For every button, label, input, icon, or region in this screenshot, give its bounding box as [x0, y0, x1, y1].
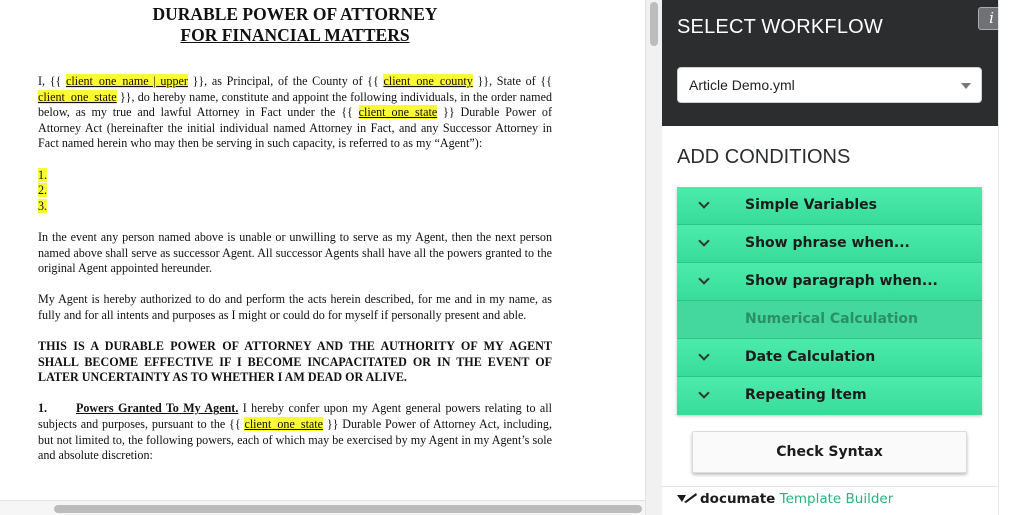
paragraph-durable: THIS IS A DURABLE POWER OF ATTORNEY AND …	[38, 339, 552, 385]
horizontal-scrollbar[interactable]	[0, 500, 645, 515]
panel-scrollbar[interactable]	[998, 0, 1011, 515]
document-pane[interactable]: DURABLE POWER OF ATTORNEY FOR FINANCIAL …	[0, 0, 645, 515]
document-subtitle: FOR FINANCIAL MATTERS	[180, 25, 410, 45]
template-variable: client_one_state	[38, 89, 117, 104]
list-item: 2.	[38, 183, 48, 198]
condition-simple-variables[interactable]: Simple Variables	[677, 187, 982, 225]
brand-footer: documate Template Builder	[676, 491, 893, 507]
chevron-down-icon	[698, 349, 710, 361]
agent-list: 1. 2. 3.	[38, 167, 552, 215]
section-heading: Powers Granted To My Agent.	[76, 401, 239, 416]
template-variable: client_one_state	[244, 417, 324, 432]
chevron-down-icon	[698, 273, 710, 285]
check-syntax-button[interactable]: Check Syntax	[692, 431, 967, 473]
workflow-title: SELECT WORKFLOW	[677, 16, 883, 38]
caret-down-icon	[961, 83, 971, 89]
template-variable: client_one_county	[383, 74, 473, 88]
document-page: DURABLE POWER OF ATTORNEY FOR FINANCIAL …	[38, 4, 552, 464]
condition-date-calculation[interactable]: Date Calculation	[677, 339, 982, 377]
workflow-selected-value: Article Demo.yml	[689, 77, 795, 93]
workflow-header: SELECT WORKFLOW Article Demo.yml	[662, 0, 998, 126]
chevron-down-icon	[698, 197, 710, 209]
footer-divider	[662, 486, 998, 487]
condition-show-phrase[interactable]: Show phrase when...	[677, 225, 982, 263]
conditions-title: ADD CONDITIONS	[677, 146, 851, 168]
paragraph-authority: My Agent is hereby authorized to do and …	[38, 292, 552, 322]
document-title: DURABLE POWER OF ATTORNEY	[152, 4, 438, 24]
template-variable: client_one_state	[358, 105, 438, 120]
condition-show-paragraph[interactable]: Show paragraph when...	[677, 263, 982, 301]
horizontal-scroll-thumb[interactable]	[54, 505, 642, 513]
documate-logo-icon	[677, 493, 697, 503]
list-item: 3.	[38, 198, 48, 213]
condition-repeating-item[interactable]: Repeating Item	[677, 377, 982, 415]
paragraph-principal: I, {{ client_one_name | upper }}, as Pri…	[38, 74, 552, 151]
template-variable: client_one_name | upper	[66, 74, 188, 88]
conditions-accordion: Simple Variables Show phrase when... Sho…	[677, 187, 982, 415]
list-item: 1.	[38, 167, 48, 182]
workflow-select[interactable]: Article Demo.yml	[677, 67, 982, 103]
template-builder-panel: SELECT WORKFLOW Article Demo.yml i ADD C…	[662, 0, 1011, 515]
paragraph-successor: In the event any person named above is u…	[38, 229, 552, 276]
vertical-scrollbar[interactable]	[645, 0, 662, 515]
chevron-down-icon	[698, 235, 710, 247]
vertical-scroll-thumb[interactable]	[650, 2, 658, 46]
paragraph-powers: 1. Powers Granted To My Agent. I hereby c…	[38, 401, 552, 463]
condition-numerical-calculation[interactable]: Numerical Calculation	[677, 301, 982, 339]
chevron-down-icon	[698, 387, 710, 399]
